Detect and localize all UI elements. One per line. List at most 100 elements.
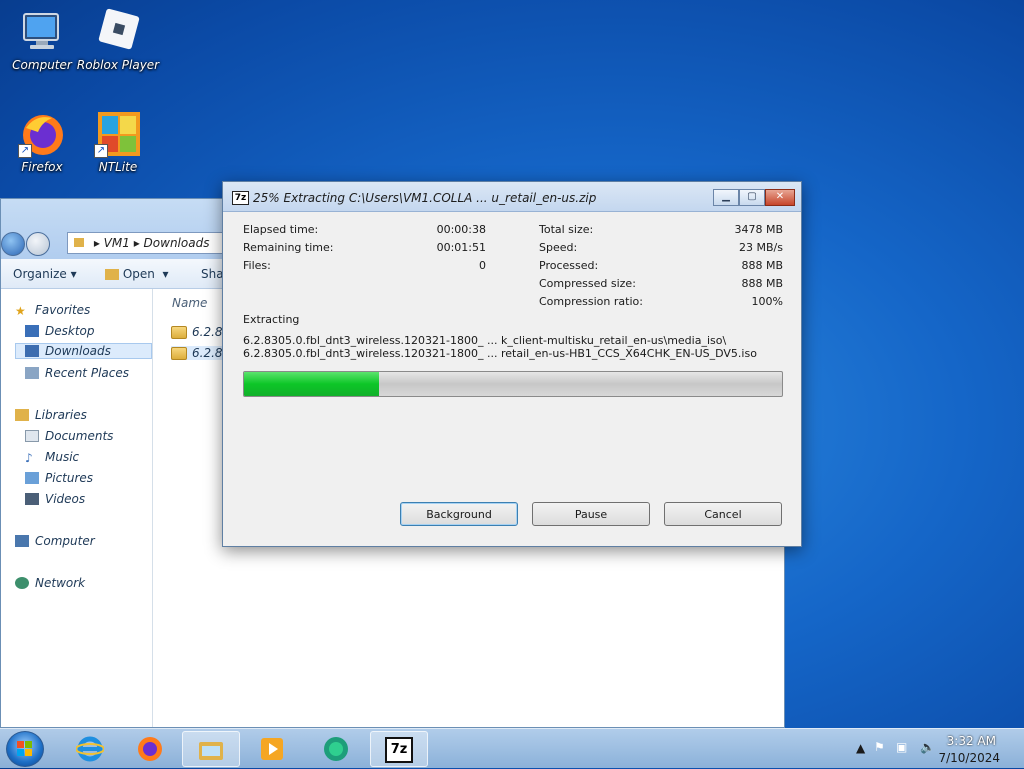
firefox-icon bbox=[138, 737, 162, 761]
current-path-line2: 6.2.8305.0.fbl_dnt3_wireless.120321-1800… bbox=[243, 347, 757, 360]
clock-time[interactable]: 3:32 AM bbox=[947, 734, 996, 748]
extract-progress-dialog[interactable]: 7z 25% Extracting C:\Users\VM1.COLLA ...… bbox=[222, 181, 802, 547]
recent-places-icon bbox=[25, 367, 39, 379]
desktop-icon-firefox[interactable]: ↗ Firefox bbox=[0, 110, 84, 174]
downloads-icon bbox=[25, 345, 39, 357]
organize-button[interactable]: Organize ▾ bbox=[13, 267, 77, 281]
nav-label: Pictures bbox=[45, 471, 94, 485]
compression-ratio-value: 100% bbox=[751, 295, 783, 308]
app-globe-icon bbox=[324, 737, 348, 761]
nav-label: Libraries bbox=[35, 408, 87, 422]
action-center-flag-icon[interactable]: ⚑ bbox=[874, 740, 885, 754]
desktop-icon-label: Firefox bbox=[21, 160, 63, 174]
organize-label: Organize bbox=[13, 267, 67, 281]
taskbar-ie[interactable] bbox=[62, 731, 120, 767]
total-size-value: 3478 MB bbox=[734, 223, 783, 236]
taskbar-app[interactable] bbox=[308, 731, 366, 767]
dialog-title: 25% Extracting C:\Users\VM1.COLLA ... u_… bbox=[253, 191, 597, 205]
nav-desktop[interactable]: Desktop bbox=[25, 324, 95, 338]
computer-icon bbox=[15, 535, 29, 547]
internet-explorer-icon bbox=[76, 736, 104, 762]
nav-label: Recent Places bbox=[45, 366, 129, 380]
desktop-icon-roblox[interactable]: Roblox Player bbox=[76, 8, 160, 72]
videos-icon bbox=[25, 493, 39, 505]
network-icon bbox=[15, 577, 29, 589]
start-button[interactable] bbox=[6, 731, 44, 767]
star-icon: ★ bbox=[15, 304, 26, 318]
nav-favorites[interactable]: ★ Favorites bbox=[15, 303, 90, 318]
navigation-pane: ★ Favorites Desktop Downloads Recent Plac… bbox=[1, 289, 153, 727]
column-header-name[interactable]: Name bbox=[172, 296, 207, 310]
seven-zip-icon: 7z bbox=[232, 191, 249, 205]
nav-recent-places[interactable]: Recent Places bbox=[25, 366, 129, 380]
taskbar: 7z ▲ ⚑ ▣ 🔈 3:32 AM 7/10/2024 bbox=[0, 728, 1024, 768]
maximize-button[interactable]: ▢ bbox=[739, 189, 765, 206]
shortcut-arrow-icon: ↗ bbox=[94, 144, 108, 158]
pause-button[interactable]: Pause bbox=[532, 502, 650, 526]
breadcrumb-vm1[interactable]: VM1 bbox=[104, 236, 130, 250]
volume-muted-icon[interactable]: 🔈 bbox=[920, 740, 935, 754]
open-button[interactable]: Open ▾ bbox=[105, 267, 169, 281]
desktop-icon bbox=[25, 325, 39, 337]
nav-libraries[interactable]: Libraries bbox=[15, 408, 87, 422]
dialog-titlebar[interactable]: 7z 25% Extracting C:\Users\VM1.COLLA ...… bbox=[223, 182, 801, 212]
shortcut-arrow-icon: ↗ bbox=[18, 144, 32, 158]
taskbar-media-player[interactable] bbox=[244, 731, 302, 767]
nav-documents[interactable]: Documents bbox=[25, 429, 113, 443]
documents-icon bbox=[25, 430, 39, 442]
nav-label: Desktop bbox=[45, 324, 95, 338]
back-button[interactable] bbox=[1, 232, 25, 256]
desktop-icon-ntlite[interactable]: ↗ NTLite bbox=[76, 110, 160, 174]
close-button[interactable]: ✕ bbox=[765, 189, 795, 206]
computer-icon bbox=[18, 8, 66, 56]
remaining-time-label: Remaining time: bbox=[243, 241, 334, 254]
compression-ratio-label: Compression ratio: bbox=[539, 295, 643, 308]
ntlite-icon: ↗ bbox=[94, 110, 142, 158]
breadcrumb-downloads[interactable]: Downloads bbox=[144, 236, 210, 250]
music-icon: ♪ bbox=[25, 451, 33, 465]
speed-value: 23 MB/s bbox=[739, 241, 783, 254]
speed-label: Speed: bbox=[539, 241, 578, 254]
pictures-icon bbox=[25, 472, 39, 484]
system-tray: ▲ ⚑ ▣ 🔈 3:32 AM 7/10/2024 bbox=[834, 729, 1024, 769]
taskbar-7zip[interactable]: 7z bbox=[370, 731, 428, 767]
libraries-icon bbox=[15, 409, 29, 421]
clock-date[interactable]: 7/10/2024 bbox=[938, 751, 1000, 765]
nav-label: Downloads bbox=[45, 344, 111, 358]
folder-icon bbox=[171, 325, 187, 339]
seven-zip-icon: 7z bbox=[385, 737, 413, 763]
operation-label: Extracting bbox=[243, 313, 300, 326]
desktop-icon-label: Roblox Player bbox=[76, 58, 160, 72]
desktop-icon-label: NTLite bbox=[98, 160, 138, 174]
current-path-line1: 6.2.8305.0.fbl_dnt3_wireless.120321-1800… bbox=[243, 334, 727, 347]
network-tray-icon[interactable]: ▣ bbox=[896, 740, 907, 754]
progress-bar bbox=[243, 371, 783, 397]
progress-bar-fill bbox=[244, 372, 379, 396]
open-label: Open bbox=[122, 267, 155, 281]
nav-downloads[interactable]: Downloads bbox=[15, 343, 152, 359]
nav-network[interactable]: Network bbox=[15, 576, 85, 590]
files-label: Files: bbox=[243, 259, 271, 272]
cancel-button[interactable]: Cancel bbox=[664, 502, 782, 526]
show-hidden-icons-icon[interactable]: ▲ bbox=[856, 741, 865, 755]
taskbar-firefox[interactable] bbox=[122, 731, 180, 767]
address-bar[interactable]: ▸ VM1 ▸ Downloads bbox=[67, 232, 247, 254]
background-button[interactable]: Background bbox=[400, 502, 518, 526]
minimize-button[interactable]: ▁ bbox=[713, 189, 739, 206]
nav-pictures[interactable]: Pictures bbox=[25, 471, 93, 485]
desktop-icon-computer[interactable]: Computer bbox=[0, 8, 84, 72]
compressed-size-label: Compressed size: bbox=[539, 277, 636, 290]
media-player-icon bbox=[261, 738, 283, 760]
roblox-icon bbox=[94, 8, 142, 56]
elapsed-time-value: 00:00:38 bbox=[436, 223, 486, 236]
nav-computer[interactable]: Computer bbox=[15, 534, 95, 548]
folder-icon bbox=[199, 742, 223, 760]
processed-label: Processed: bbox=[539, 259, 599, 272]
forward-button[interactable] bbox=[26, 232, 50, 256]
nav-videos[interactable]: Videos bbox=[25, 492, 85, 506]
folder-icon bbox=[105, 269, 119, 280]
nav-label: Music bbox=[45, 450, 80, 464]
nav-music[interactable]: ♪ Music bbox=[25, 450, 80, 465]
folder-icon bbox=[74, 238, 84, 247]
taskbar-explorer[interactable] bbox=[182, 731, 240, 767]
